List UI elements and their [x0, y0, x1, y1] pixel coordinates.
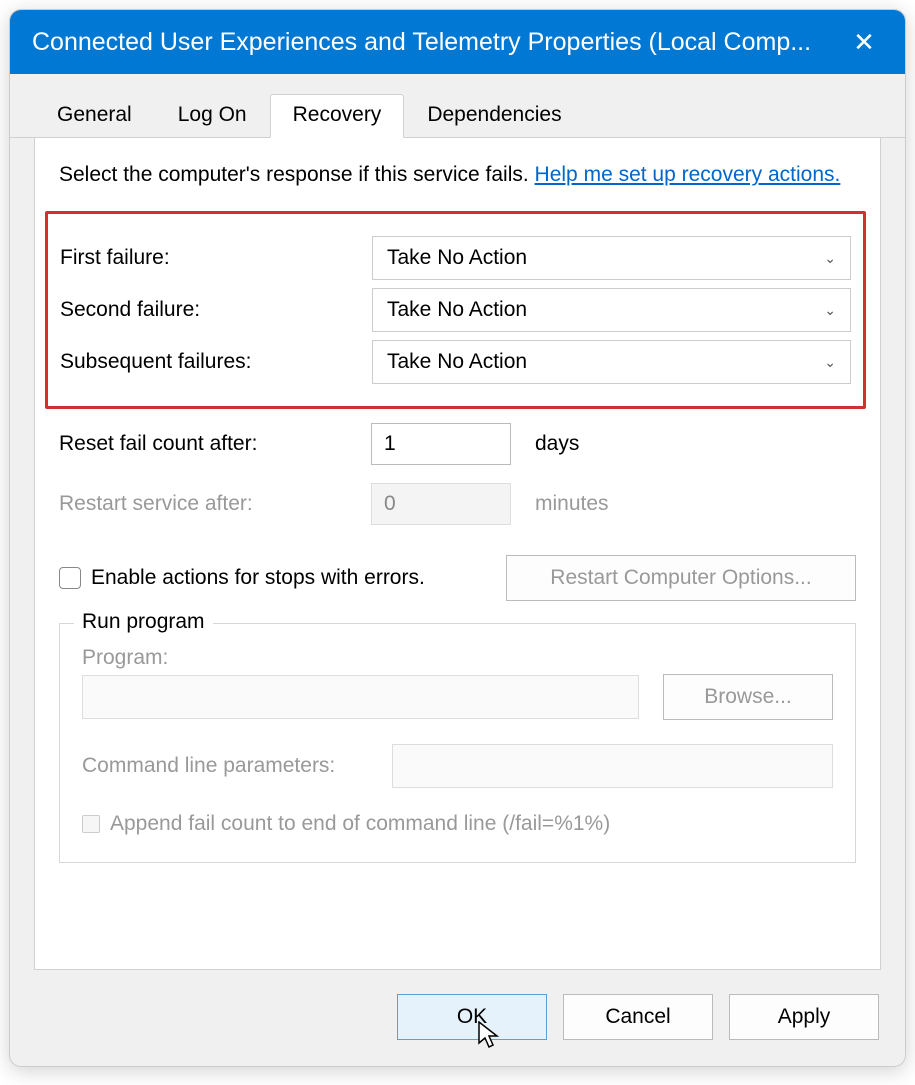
cmd-params-input	[392, 744, 833, 788]
help-link[interactable]: Help me set up recovery actions.	[535, 163, 841, 186]
dialog-button-bar: OK Cancel Apply	[10, 970, 905, 1066]
subsequent-failures-value: Take No Action	[387, 350, 527, 374]
intro-text: Select the computer's response if this s…	[59, 160, 856, 189]
enable-actions-label: Enable actions for stops with errors.	[91, 566, 425, 590]
second-failure-select[interactable]: Take No Action ⌄	[372, 288, 851, 332]
second-failure-value: Take No Action	[387, 298, 527, 322]
browse-button: Browse...	[663, 674, 833, 720]
chevron-down-icon: ⌄	[824, 250, 836, 267]
reset-unit: days	[535, 432, 579, 456]
chevron-down-icon: ⌄	[824, 354, 836, 371]
append-fail-count-checkbox	[82, 815, 100, 833]
window-title: Connected User Experiences and Telemetry…	[32, 28, 837, 57]
subsequent-failures-label: Subsequent failures:	[60, 350, 372, 374]
tab-logon[interactable]: Log On	[155, 94, 270, 138]
titlebar: Connected User Experiences and Telemetry…	[10, 10, 905, 74]
second-failure-label: Second failure:	[60, 298, 372, 322]
first-failure-label: First failure:	[60, 246, 372, 270]
reset-fail-count-input[interactable]	[371, 423, 511, 465]
enable-actions-checkbox[interactable]	[59, 567, 81, 589]
close-icon[interactable]: ✕	[837, 27, 891, 58]
reset-fail-count-label: Reset fail count after:	[59, 432, 371, 456]
first-failure-select[interactable]: Take No Action ⌄	[372, 236, 851, 280]
tab-general[interactable]: General	[34, 94, 155, 138]
run-program-fieldset: Run program Program: Browse... Command l…	[59, 623, 856, 863]
recovery-panel: Select the computer's response if this s…	[34, 138, 881, 970]
failure-highlight: First failure: Take No Action ⌄ Second f…	[45, 211, 866, 409]
restart-service-input	[371, 483, 511, 525]
run-program-legend: Run program	[74, 610, 213, 634]
program-input	[82, 675, 639, 719]
first-failure-value: Take No Action	[387, 246, 527, 270]
apply-button[interactable]: Apply	[729, 994, 879, 1040]
restart-service-label: Restart service after:	[59, 492, 371, 516]
tab-recovery[interactable]: Recovery	[270, 94, 405, 138]
properties-dialog: Connected User Experiences and Telemetry…	[9, 9, 906, 1067]
chevron-down-icon: ⌄	[824, 302, 836, 319]
tab-strip: General Log On Recovery Dependencies	[10, 74, 905, 138]
subsequent-failures-select[interactable]: Take No Action ⌄	[372, 340, 851, 384]
cancel-button[interactable]: Cancel	[563, 994, 713, 1040]
restart-computer-options-button: Restart Computer Options...	[506, 555, 856, 601]
intro-static: Select the computer's response if this s…	[59, 163, 535, 186]
cmd-params-label: Command line parameters:	[82, 754, 392, 778]
append-fail-count-label: Append fail count to end of command line…	[110, 812, 610, 836]
ok-button[interactable]: OK	[397, 994, 547, 1040]
tab-dependencies[interactable]: Dependencies	[404, 94, 584, 138]
restart-unit: minutes	[535, 492, 609, 516]
program-label: Program:	[82, 646, 833, 670]
